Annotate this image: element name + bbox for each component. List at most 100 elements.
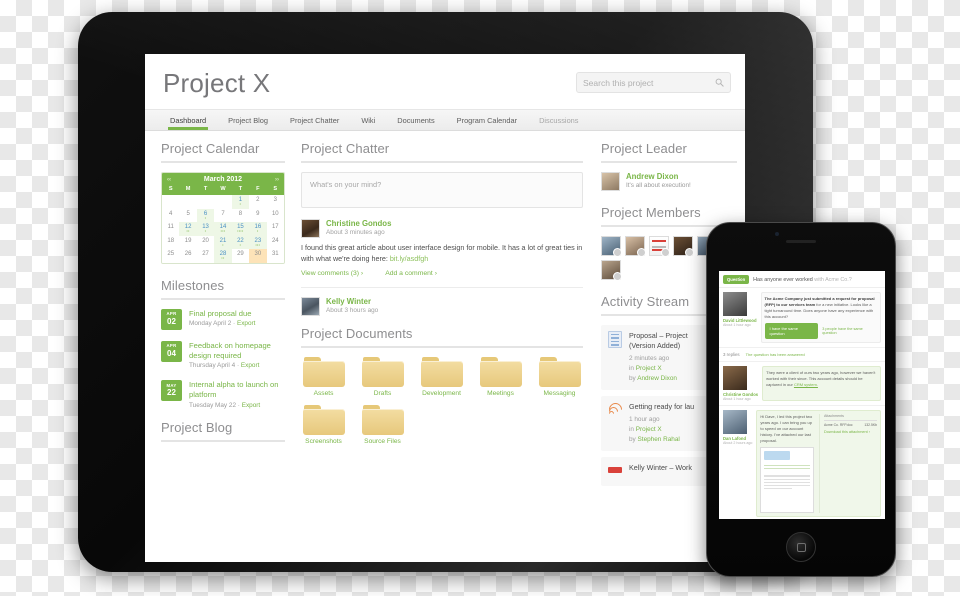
milestone-item[interactable]: APR 04 Feedback on homepage design require… xyxy=(161,340,285,369)
folder-item[interactable]: Development xyxy=(419,356,464,397)
add-comment-link[interactable]: Add a comment › xyxy=(385,270,437,277)
home-button[interactable] xyxy=(786,532,816,562)
activity-project-link[interactable]: Project X xyxy=(636,426,662,433)
earpiece-speaker xyxy=(786,240,816,243)
asker-time: About 1 hour ago xyxy=(723,323,751,327)
project-leader: Andrew Dixon It's all about execution! xyxy=(601,172,737,191)
tab-discussions[interactable]: Discussions xyxy=(528,110,589,130)
calendar-day[interactable]: 20 xyxy=(197,236,214,250)
calendar-day[interactable]: 13 • xyxy=(196,222,215,236)
primary-tab-bar[interactable]: Dashboard Project Blog Project Chatter Wiki… xyxy=(145,109,745,131)
calendar-day[interactable]: 12 •• xyxy=(179,222,197,236)
chevron-left-icon[interactable]: ‹‹ xyxy=(167,177,171,183)
member-avatar[interactable] xyxy=(673,236,694,257)
milestone-title[interactable]: Feedback on homepage design required xyxy=(189,341,285,362)
post-body-link[interactable]: bit.ly/asdfgh xyxy=(390,254,428,263)
folder-item[interactable]: Meetings xyxy=(478,356,523,397)
calendar-day[interactable]: 4 xyxy=(162,209,179,223)
calendar-day[interactable]: 11 xyxy=(162,222,179,236)
folder-item[interactable]: Screenshots xyxy=(301,404,346,445)
milestone-title[interactable]: Final proposal due xyxy=(189,309,255,319)
calendar-day[interactable]: 24 xyxy=(267,236,284,250)
calendar-day[interactable]: 3 xyxy=(267,195,284,209)
same-question-button[interactable]: I have the same question xyxy=(764,323,819,339)
attachment-preview[interactable] xyxy=(760,447,815,513)
calendar-day[interactable]: 25 xyxy=(162,249,179,263)
tab-documents[interactable]: Documents xyxy=(386,110,445,130)
divider xyxy=(161,439,285,442)
calendar-day-number: 24 xyxy=(271,237,279,244)
milestone-title[interactable]: Internal alpha to launch on platform xyxy=(189,380,285,401)
activity-project-link[interactable]: Project X xyxy=(636,365,662,372)
calendar-day[interactable]: 29 xyxy=(232,249,249,263)
calendar-day[interactable]: 9 xyxy=(249,209,266,223)
member-avatar[interactable] xyxy=(649,236,670,257)
same-question-count-link[interactable]: 3 people have the same question xyxy=(822,327,877,335)
search-input[interactable] xyxy=(583,77,715,88)
calendar-day[interactable]: 22 • xyxy=(231,235,250,249)
calendar-day[interactable]: 8 xyxy=(232,209,249,223)
member-avatar[interactable] xyxy=(601,260,622,281)
tab-dashboard[interactable]: Dashboard xyxy=(159,110,217,130)
post-author[interactable]: Kelly Winter xyxy=(326,297,378,306)
milestone-day: 02 xyxy=(167,316,176,326)
milestone-item[interactable]: APR 02 Final proposal due Monday April 2 · … xyxy=(161,308,285,330)
calendar-day[interactable]: 26 xyxy=(179,249,196,263)
download-attachment-link[interactable]: Download this attachment › xyxy=(824,430,877,434)
milestone-export-link[interactable]: Export xyxy=(242,402,260,409)
tab-wiki[interactable]: Wiki xyxy=(350,110,386,130)
calendar-day[interactable]: 18 xyxy=(162,236,179,250)
tab-project-blog[interactable]: Project Blog xyxy=(217,110,279,130)
calendar-day[interactable]: 30 xyxy=(249,249,267,263)
view-comments-link[interactable]: View comments (3) › xyxy=(301,270,363,277)
calendar-day[interactable]: 23 ••• xyxy=(249,235,267,249)
milestones-list: APR 02 Final proposal due Monday April 2 · … xyxy=(161,308,285,409)
calendar-day[interactable]: 1 • xyxy=(231,195,250,209)
calendar-day[interactable]: 15 •••• xyxy=(231,222,250,236)
milestone-export-link[interactable]: Export xyxy=(241,362,259,369)
activity-author-link[interactable]: Andrew Dixon xyxy=(637,375,677,382)
post-body: I found this great article about user in… xyxy=(301,243,583,265)
calendar-day[interactable]: 31 xyxy=(267,249,284,263)
calendar-day[interactable]: 2 xyxy=(249,195,266,209)
activity-author-link[interactable]: Stephen Rahal xyxy=(638,436,680,443)
tab-project-chatter[interactable]: Project Chatter xyxy=(279,110,350,130)
member-avatar[interactable] xyxy=(625,236,646,257)
folder-item[interactable]: Source Files xyxy=(360,404,405,445)
calendar-day[interactable]: 5 xyxy=(179,209,196,223)
calendar-day[interactable]: 10 xyxy=(267,209,284,223)
tab-program-calendar[interactable]: Program Calendar xyxy=(446,110,528,130)
folder-grid[interactable]: Assets Drafts Development Meetings Messaging… xyxy=(301,356,583,445)
member-avatar[interactable] xyxy=(601,236,622,257)
reply-link[interactable]: CRM system. xyxy=(794,382,818,387)
chevron-right-icon[interactable]: ›› xyxy=(275,177,279,183)
folder-item[interactable]: Drafts xyxy=(360,356,405,397)
leader-name[interactable]: Andrew Dixon xyxy=(626,172,691,181)
calendar-day[interactable]: 14 ••• xyxy=(214,222,232,236)
calendar-event-dots: • xyxy=(204,215,207,220)
calendar-day-number: 17 xyxy=(271,224,279,231)
calendar-day[interactable]: 16 • xyxy=(249,222,267,236)
attachment-name[interactable]: Acme Co. RFP.doc xyxy=(824,423,853,427)
phone-replies-bar: 3 replies The question has been answered xyxy=(719,348,885,362)
folder-label: Source Files xyxy=(364,437,401,445)
folder-item[interactable]: Assets xyxy=(301,356,346,397)
calendar-day[interactable]: 27 xyxy=(197,249,214,263)
folder-item[interactable]: Messaging xyxy=(537,356,582,397)
calendar-day[interactable]: 21 • xyxy=(214,235,232,249)
calendar-day[interactable]: 7 xyxy=(214,209,231,223)
calendar-day[interactable]: 19 xyxy=(179,236,196,250)
post-author[interactable]: Christine Gondos xyxy=(326,219,391,228)
milestone-export-link[interactable]: Export xyxy=(237,320,255,327)
calendar-day-number: 9 xyxy=(256,210,260,217)
calendar-grid[interactable]: 1 • 2 3 4 5 6 • 7 8 9 10 11 12 •• 13 • 14 ••• 15 •••• 16 • 17 18… xyxy=(162,195,284,263)
calendar-day[interactable]: 6 • xyxy=(196,208,215,222)
calendar-widget[interactable]: ‹‹ March 2012 ›› S M T W T F S 1 • 2 3 4 5 6 • 7 8 9 10 11… xyxy=(161,172,285,264)
calendar-day[interactable]: 17 xyxy=(267,222,284,236)
calendar-day-number: 18 xyxy=(167,237,175,244)
search-box[interactable] xyxy=(576,72,731,93)
milestone-item[interactable]: MAY 22 Internal alpha to launch on platfor… xyxy=(161,380,285,409)
calendar-day[interactable]: 28 •• xyxy=(214,249,232,263)
calendar-empty-cell xyxy=(179,195,196,209)
chatter-composer[interactable]: What's on your mind? xyxy=(301,172,583,208)
